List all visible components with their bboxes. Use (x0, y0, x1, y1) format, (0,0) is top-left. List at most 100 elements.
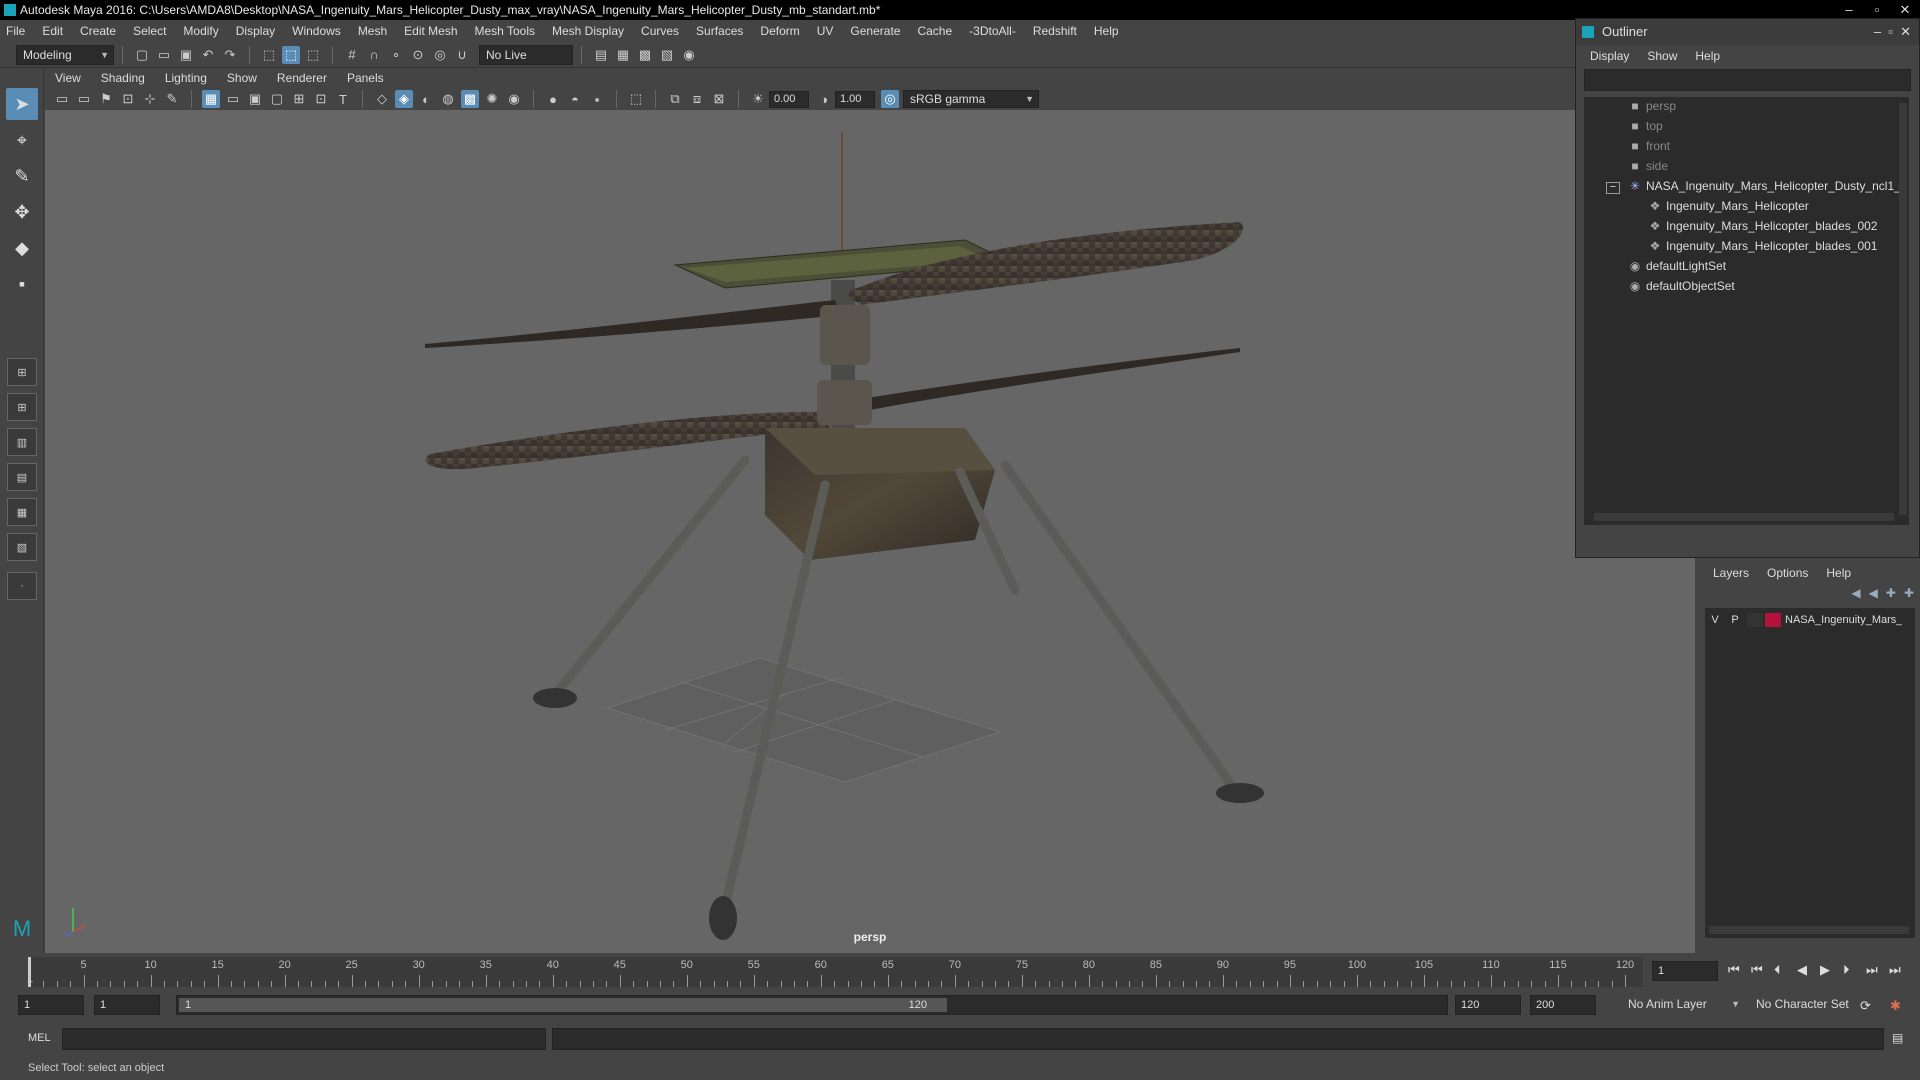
menu-modify[interactable]: Modify (183, 24, 218, 38)
wireframe-on-shaded-icon[interactable]: ◍ (439, 90, 457, 108)
layer-playback-toggle[interactable]: P (1725, 614, 1745, 626)
new-scene-icon[interactable]: ▢ (133, 46, 151, 64)
menu-display[interactable]: Display (236, 24, 275, 38)
mode-selector[interactable]: Modeling ▼ (16, 44, 114, 65)
default-lighting-icon[interactable]: ◐ (417, 90, 435, 108)
render-frame-icon[interactable]: ▦ (614, 46, 632, 64)
render-view-icon[interactable]: ▧ (658, 46, 676, 64)
menu-mesh[interactable]: Mesh (358, 24, 387, 38)
viewport-menu-panels[interactable]: Panels (347, 71, 384, 85)
viewport-menu-show[interactable]: Show (227, 71, 257, 85)
gamma-field[interactable]: 1.00 (835, 90, 875, 108)
four-view-layout-icon[interactable]: ⊞ (7, 393, 37, 421)
layer-row[interactable]: V P NASA_Ingenuity_Mars_ (1705, 610, 1915, 630)
xray-icon[interactable]: ⧉ (666, 90, 684, 108)
menu-cache[interactable]: Cache (917, 24, 952, 38)
new-layer-from-selected-icon[interactable]: ✚ (1904, 586, 1914, 600)
menu-windows[interactable]: Windows (292, 24, 341, 38)
layer-color-swatch[interactable] (1765, 613, 1781, 627)
single-perspective-layout-icon[interactable]: ⊞ (7, 358, 37, 386)
collapse-toggle[interactable]: − (1606, 182, 1620, 194)
select-object-icon[interactable]: ⬚ (282, 45, 300, 64)
outliner-menu-show[interactable]: Show (1647, 49, 1677, 63)
viewport-menu-renderer[interactable]: Renderer (277, 71, 327, 85)
hypershade-icon[interactable]: ◉ (680, 46, 698, 64)
grease-pencil-icon[interactable]: ✎ (163, 90, 181, 108)
select-tool-icon[interactable]: ➤ (6, 88, 38, 120)
rotate-tool-icon[interactable]: ◆ (6, 232, 38, 264)
go-to-end-icon[interactable]: ⏭ (1889, 962, 1901, 978)
menu-mesh-display[interactable]: Mesh Display (552, 24, 624, 38)
auto-key-icon[interactable]: ⟳ (1860, 998, 1871, 1014)
snap-point-icon[interactable]: ∘ (387, 46, 405, 64)
script-editor-icon[interactable]: ▤ (1892, 1031, 1903, 1045)
outliner-item-persp[interactable]: ■ persp (1628, 97, 1676, 115)
camera-select-icon[interactable]: ▭ (53, 90, 71, 108)
snap-surface-icon[interactable]: ◎ (431, 46, 449, 64)
xray-joints-icon[interactable]: ⧈ (688, 90, 706, 108)
graph-layout-icon[interactable]: ▧ (7, 533, 37, 561)
scale-tool-icon[interactable]: ▪ (6, 268, 38, 300)
redo-icon[interactable]: ↷ (221, 46, 239, 64)
current-time-marker[interactable] (28, 957, 31, 987)
paint-select-tool-icon[interactable]: ✎ (6, 160, 38, 192)
outliner-item-blades-002[interactable]: ❖ Ingenuity_Mars_Helicopter_blades_002 (1648, 217, 1878, 235)
menu-generate[interactable]: Generate (850, 24, 900, 38)
image-plane-icon[interactable]: ⊡ (119, 90, 137, 108)
outliner-menu-help[interactable]: Help (1695, 49, 1720, 63)
viewport-menu-lighting[interactable]: Lighting (165, 71, 207, 85)
live-surface-field[interactable]: No Live Surface (479, 44, 573, 80)
menu-file[interactable]: File (6, 24, 25, 38)
lasso-tool-icon[interactable]: ⌖ (6, 124, 38, 156)
move-tool-icon[interactable]: ✥ (6, 196, 38, 228)
time-ruler[interactable]: 1510152025303540455055606570758085909510… (27, 957, 1643, 987)
field-chart-icon[interactable]: ⊞ (290, 90, 308, 108)
layer-display-type[interactable] (1747, 613, 1763, 627)
menu-deform[interactable]: Deform (760, 24, 799, 38)
step-forward-frame-icon[interactable]: ⏵ (1843, 962, 1850, 978)
render-settings-icon[interactable]: ▤ (592, 46, 610, 64)
viewport-menu-shading[interactable]: Shading (101, 71, 145, 85)
end-time-field[interactable]: 200 (1530, 995, 1596, 1015)
move-layer-up-icon[interactable]: ◀ (1851, 586, 1860, 600)
view-transform-dropdown[interactable]: sRGB gamma ▼ (903, 90, 1039, 108)
ipr-render-icon[interactable]: ▩ (636, 46, 654, 64)
step-back-key-icon[interactable]: ⏮ (1751, 962, 1763, 978)
character-set-dropdown[interactable]: No Character Set (1750, 995, 1874, 1015)
persp-graph-layout-icon[interactable]: ▤ (7, 463, 37, 491)
range-slider[interactable]: 1 120 (176, 995, 1448, 1015)
menu-3dtoall[interactable]: -3DtoAll- (969, 24, 1016, 38)
current-frame-field[interactable]: 1 (1652, 961, 1718, 981)
ambient-occlusion-icon[interactable]: ● (544, 90, 562, 108)
custom-layout-icon[interactable]: · (7, 572, 37, 600)
layer-menu-layers[interactable]: Layers (1713, 566, 1749, 580)
viewport-menu-view[interactable]: View (55, 71, 81, 85)
color-management-icon[interactable]: ◎ (881, 90, 899, 108)
outliner-item-helicopter[interactable]: ❖ Ingenuity_Mars_Helicopter (1648, 197, 1809, 215)
outliner-search-input[interactable] (1584, 69, 1911, 91)
shadows-icon[interactable]: ◉ (505, 90, 523, 108)
open-scene-icon[interactable]: ▭ (155, 46, 173, 64)
playback-start-field[interactable]: 1 (94, 995, 160, 1015)
layer-visibility-toggle[interactable]: V (1705, 614, 1725, 626)
isolate-select-icon[interactable]: ⬚ (627, 90, 645, 108)
camera-attributes-icon[interactable]: ▭ (75, 90, 93, 108)
menu-uv[interactable]: UV (817, 24, 834, 38)
perspective-viewport[interactable]: persp (45, 110, 1695, 953)
use-all-lights-icon[interactable]: ✺ (483, 90, 501, 108)
outliner-window-controls[interactable]: – ▫ ✕ (1874, 19, 1911, 45)
step-forward-key-icon[interactable]: ⏭ (1866, 962, 1878, 978)
menu-edit-mesh[interactable]: Edit Mesh (404, 24, 457, 38)
anti-aliasing-icon[interactable]: ▪ (588, 90, 606, 108)
menu-select[interactable]: Select (133, 24, 166, 38)
safe-title-icon[interactable]: T (334, 90, 352, 108)
save-scene-icon[interactable]: ▣ (177, 46, 195, 64)
layer-menu-help[interactable]: Help (1826, 566, 1851, 580)
wireframe-icon[interactable]: ◇ (373, 90, 391, 108)
smooth-shade-icon[interactable]: ◈ (395, 90, 413, 108)
layer-horizontal-scrollbar[interactable] (1709, 926, 1909, 934)
play-backwards-icon[interactable]: ◀ (1797, 962, 1807, 978)
menu-create[interactable]: Create (80, 24, 116, 38)
xray-components-icon[interactable]: ⊠ (710, 90, 728, 108)
command-language-label[interactable]: MEL (28, 1032, 51, 1044)
